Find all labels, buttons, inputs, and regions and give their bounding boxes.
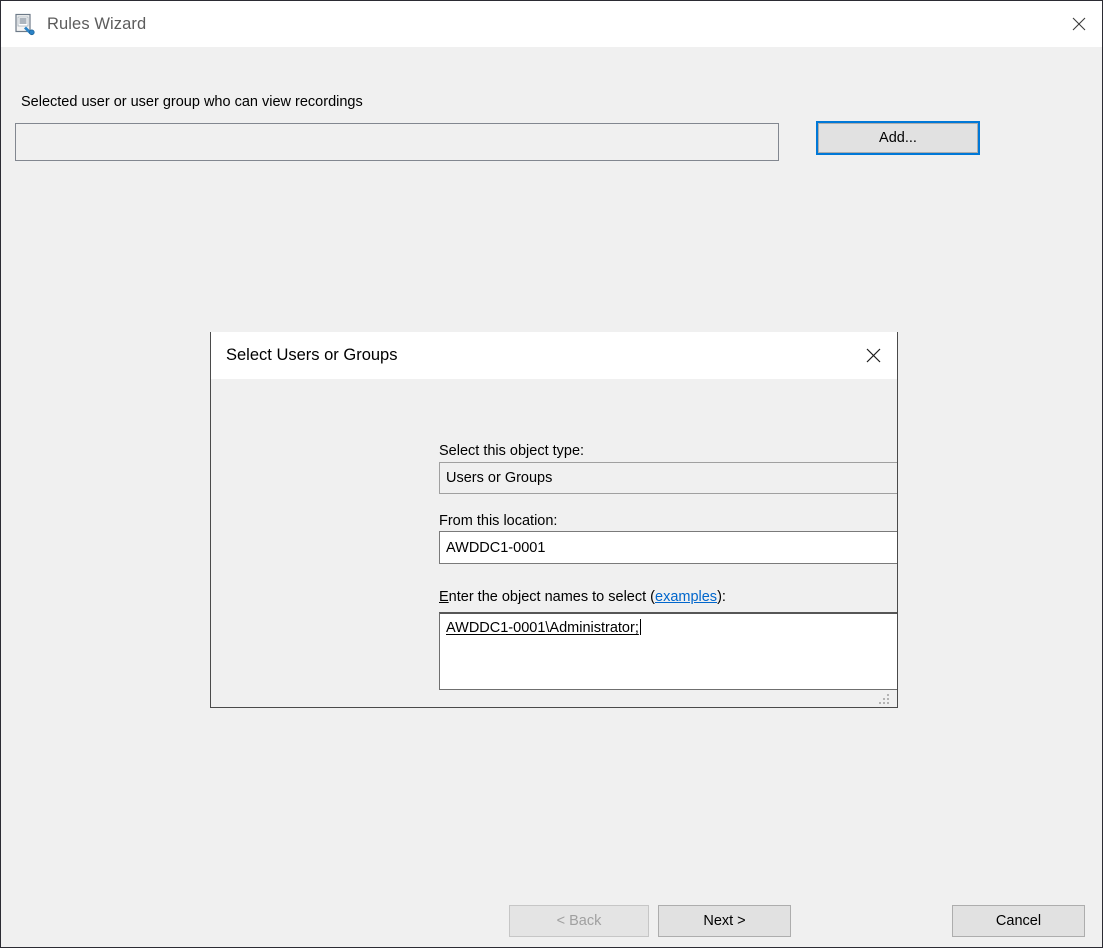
cancel-button[interactable]: Cancel xyxy=(952,905,1085,937)
resize-grip-icon[interactable] xyxy=(879,692,891,704)
window-title: Rules Wizard xyxy=(47,15,146,34)
close-icon[interactable] xyxy=(1056,1,1102,47)
object-type-label: Select this object type: xyxy=(439,443,584,459)
dialog-body: Select this object type: Users or Groups… xyxy=(211,379,897,708)
select-users-or-groups-dialog: Select Users or Groups Select this objec… xyxy=(210,332,898,708)
text-caret xyxy=(640,619,641,635)
add-button[interactable]: Add... xyxy=(818,123,978,153)
object-names-label-suffix: ): xyxy=(717,589,726,605)
object-type-field[interactable]: Users or Groups xyxy=(439,462,898,494)
next-button[interactable]: Next > xyxy=(658,905,791,937)
dialog-title: Select Users or Groups xyxy=(226,346,397,365)
window-titlebar: Rules Wizard xyxy=(1,1,1102,47)
location-label: From this location: xyxy=(439,513,557,529)
object-names-label-accesskey: E xyxy=(439,589,449,605)
dialog-close-icon[interactable] xyxy=(850,332,897,379)
selected-users-listbox[interactable] xyxy=(15,123,779,161)
page-title: Selected user or user group who can view… xyxy=(21,94,363,110)
dialog-titlebar: Select Users or Groups xyxy=(211,332,897,379)
object-names-input[interactable]: AWDDC1-0001\Administrator; xyxy=(439,612,898,690)
location-field[interactable]: AWDDC1-0001 xyxy=(439,531,898,564)
wizard-client-area: Selected user or user group who can view… xyxy=(1,47,1102,947)
rules-wizard-window: Rules Wizard Selected user or user group… xyxy=(0,0,1103,948)
object-names-label: Enter the object names to select (exampl… xyxy=(439,589,726,605)
examples-link[interactable]: examples xyxy=(655,589,717,605)
back-button: < Back xyxy=(509,905,649,937)
rules-document-icon xyxy=(13,12,37,36)
object-names-label-prefix: nter the object names to select ( xyxy=(449,589,655,605)
object-names-value: AWDDC1-0001\Administrator; xyxy=(446,620,639,636)
